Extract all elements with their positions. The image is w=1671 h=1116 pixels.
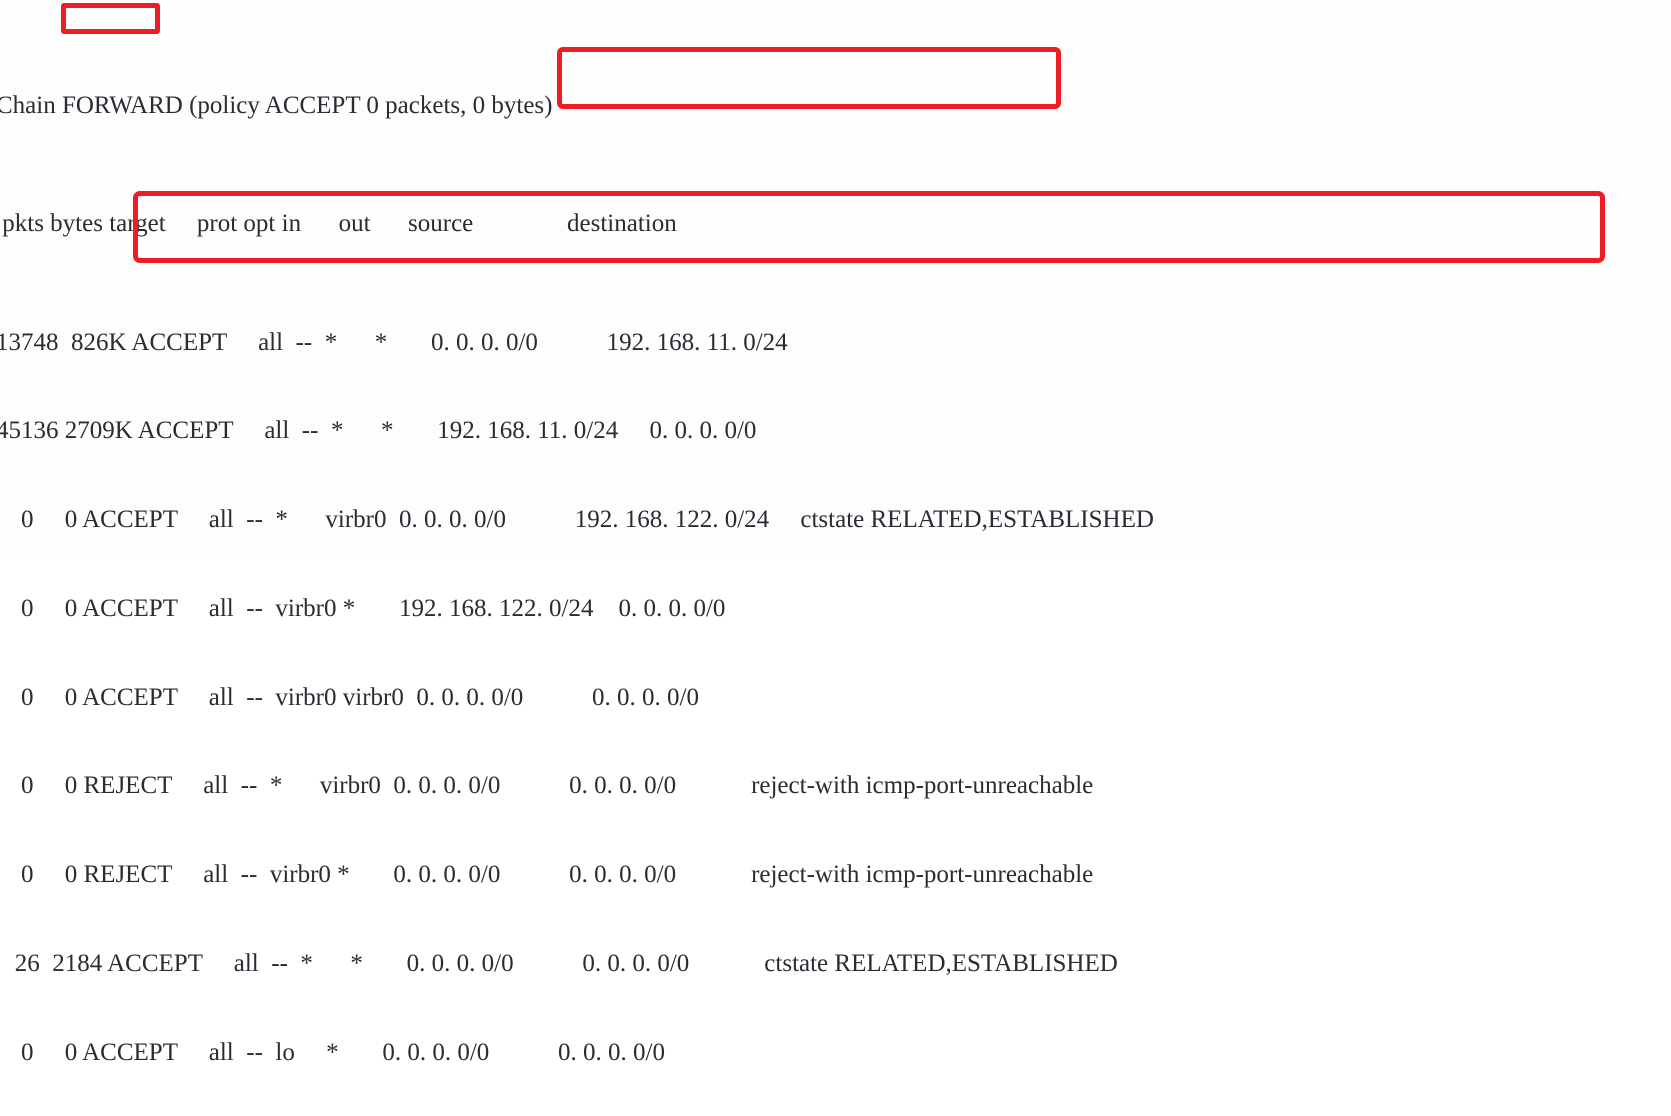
iptables-listing: Chain FORWARD (policy ACCEPT 0 packets, … [0, 2, 1154, 1116]
table-row: 13748 826K ACCEPT all -- * * 0. 0. 0. 0/… [0, 328, 788, 356]
table-row: 26 2184 ACCEPT all -- * * 0. 0. 0. 0/0 0… [0, 950, 1118, 977]
table-row: 0 0 REJECT all -- virbr0 * 0. 0. 0. 0/0 … [0, 861, 1094, 889]
table-row: 0 0 ACCEPT all -- virbr0 * 192. 168. 122… [0, 594, 726, 622]
table-row: 0 0 ACCEPT all -- lo * 0. 0. 0. 0/0 0. 0… [0, 1038, 665, 1066]
terminal-output: Chain FORWARD (policy ACCEPT 0 packets, … [0, 0, 1671, 1066]
chain-header-line: Chain FORWARD (policy ACCEPT 0 packets, … [0, 91, 553, 119]
table-row: 0 0 ACCEPT all -- virbr0 virbr0 0. 0. 0.… [0, 683, 699, 711]
table-row: 0 0 REJECT all -- * virbr0 0. 0. 0. 0/0 … [0, 772, 1094, 800]
table-row: 0 0 ACCEPT all -- * virbr0 0. 0. 0. 0/0 … [0, 506, 1154, 534]
column-header-line: pkts bytes target prot opt in out source… [0, 210, 733, 238]
table-row: 45136 2709K ACCEPT all -- * * 192. 168. … [0, 417, 757, 445]
